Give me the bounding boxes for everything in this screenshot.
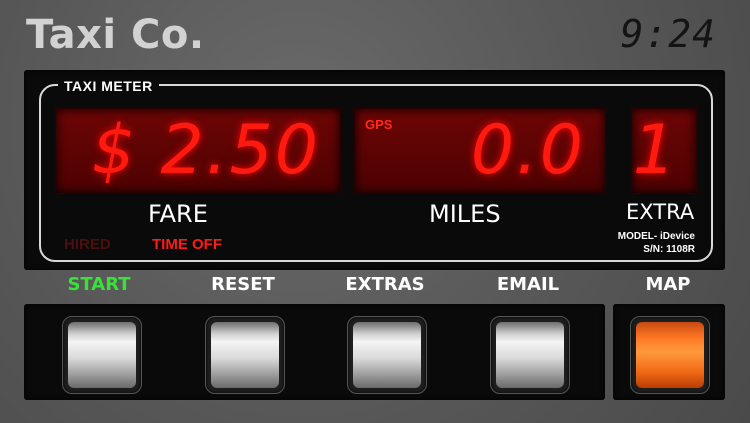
start-button-cap[interactable] (68, 322, 136, 388)
map-button-cap[interactable] (636, 322, 704, 388)
model-line: MODEL- iDevice (617, 231, 695, 242)
fare-display: $ 2.50 (55, 108, 341, 194)
extras-label: EXTRAS (345, 274, 425, 295)
email-label: EMAIL (496, 274, 560, 295)
model-info: MODEL- iDevice S/N: 1108R (618, 230, 695, 256)
status-time-off: TIME OFF (152, 236, 222, 253)
email-button-cap[interactable] (496, 322, 564, 388)
taxi-meter-panel: TAXI METER $ 2.50 GPS 0.0 1 FARE MILES E… (24, 70, 725, 270)
extra-value: 1 (632, 111, 678, 190)
reset-label: RESET (211, 274, 275, 295)
reset-button[interactable] (205, 316, 285, 394)
meter-title: TAXI METER (58, 78, 159, 94)
start-label: START (67, 274, 131, 295)
fare-value: $ 2.50 (91, 111, 320, 190)
map-button[interactable] (630, 316, 710, 394)
button-panel (24, 304, 605, 400)
miles-value: 0.0 (470, 111, 585, 190)
extra-label: EXTRA (626, 200, 695, 224)
status-hired: HIRED (64, 236, 111, 253)
serial-line: S/N: 1108R (643, 244, 695, 255)
extras-button-cap[interactable] (353, 322, 421, 388)
fare-label: FARE (148, 200, 208, 228)
email-button[interactable] (490, 316, 570, 394)
miles-display: GPS 0.0 (354, 108, 606, 194)
extras-button[interactable] (347, 316, 427, 394)
reset-button-cap[interactable] (211, 322, 279, 388)
map-button-panel (613, 304, 725, 400)
start-button[interactable] (62, 316, 142, 394)
clock: 9:24 (620, 12, 716, 56)
brand-title: Taxi Co. (26, 12, 205, 58)
gps-indicator: GPS (365, 117, 393, 132)
miles-label: MILES (429, 200, 501, 228)
extra-display: 1 (631, 108, 697, 194)
map-label: MAP (645, 274, 691, 295)
